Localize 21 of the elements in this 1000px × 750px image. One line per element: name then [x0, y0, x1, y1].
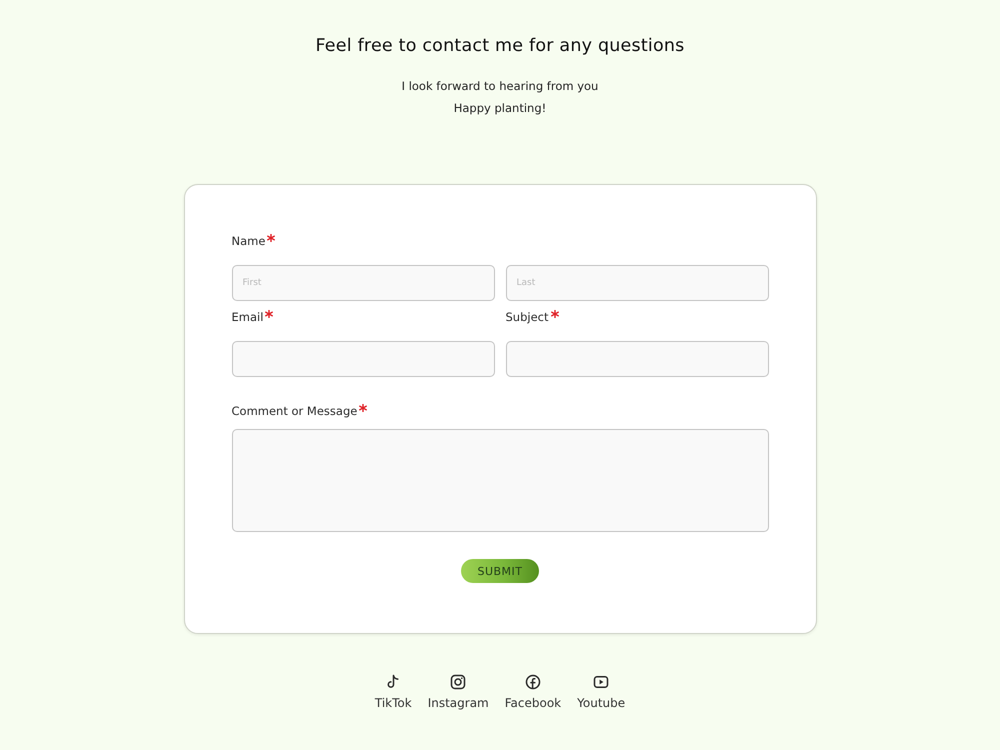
field-label: Email — [232, 309, 264, 326]
field-label: Comment or Message — [232, 403, 358, 420]
input-field[interactable] — [506, 341, 768, 377]
input-field[interactable]: Last — [506, 265, 768, 301]
social-link[interactable]: Instagram — [428, 674, 489, 711]
f-circle-icon — [524, 674, 541, 690]
social-link[interactable]: Youtube — [577, 674, 626, 711]
intro-text: Happy planting! — [454, 100, 546, 117]
page-title: Feel free to contact me for any questions — [316, 35, 684, 58]
social-link[interactable]: TikTok — [374, 674, 412, 711]
input-field[interactable]: First — [232, 265, 494, 301]
intro-text: I look forward to hearing from you — [402, 78, 598, 95]
submit-button[interactable]: SUBMIT — [461, 559, 539, 583]
input-field[interactable] — [232, 341, 494, 377]
camera-icon — [450, 674, 466, 690]
field-label: Subject — [506, 309, 548, 326]
message-field[interactable] — [232, 429, 768, 532]
music-note-icon — [385, 674, 402, 690]
social-link[interactable]: Facebook — [504, 674, 562, 711]
field-label: Name — [232, 233, 266, 250]
play-icon — [593, 674, 610, 690]
